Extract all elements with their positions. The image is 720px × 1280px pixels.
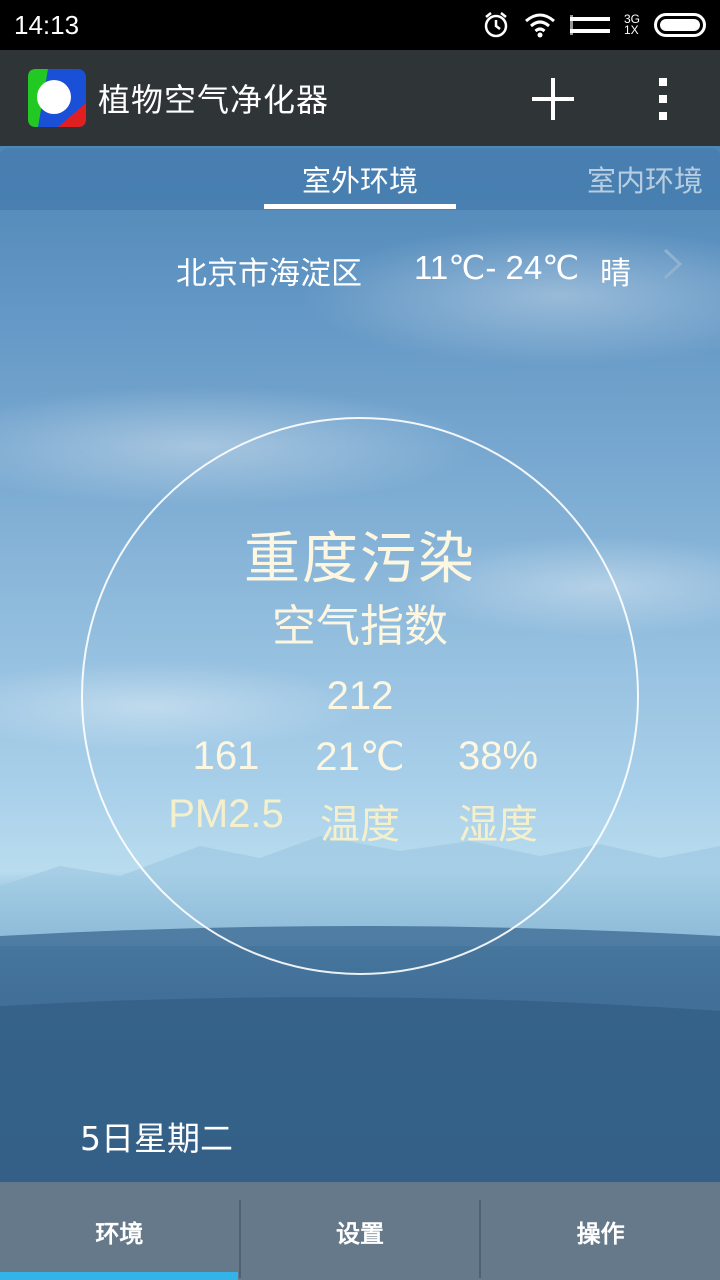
- nav-settings-label: 设置: [336, 1219, 384, 1248]
- chevron-right-icon[interactable]: [660, 244, 686, 284]
- humidity-value: 38%: [457, 734, 539, 778]
- network-type: 3G 1X: [623, 12, 640, 37]
- status-icons: 3G 1X: [482, 11, 706, 39]
- status-time: 14:13: [14, 9, 80, 40]
- nav-settings[interactable]: 设置: [241, 1182, 480, 1280]
- app-logo-icon: [28, 69, 86, 127]
- nav-environment[interactable]: 环境: [0, 1182, 239, 1280]
- action-bar: 植物空气净化器: [0, 50, 720, 146]
- wifi-icon: [525, 13, 555, 38]
- main-content: 室外环境 室内环境 北京市海淀区 11℃- 24℃ 晴 重度污染 空气指数 21…: [0, 146, 720, 1182]
- location-temp-range: 11℃- 24℃: [414, 249, 580, 286]
- air-index-label: 空气指数: [272, 601, 448, 652]
- location-row[interactable]: 北京市海淀区 11℃- 24℃ 晴: [0, 244, 720, 294]
- humidity-label: 湿度: [458, 802, 538, 848]
- battery-icon: [654, 13, 706, 37]
- app-title: 植物空气净化器: [98, 81, 330, 119]
- nav-operations[interactable]: 操作: [481, 1182, 720, 1280]
- add-icon[interactable]: [530, 76, 576, 122]
- alarm-icon: [484, 12, 508, 38]
- nav-environment-label: 环境: [95, 1219, 144, 1248]
- nav-active-indicator: [0, 1272, 238, 1280]
- air-quality-level: 重度污染: [244, 527, 476, 592]
- tab-outdoor[interactable]: 室外环境: [264, 148, 456, 210]
- location-city: 北京市海淀区: [176, 256, 362, 292]
- environment-tabs: 室外环境 室内环境: [0, 148, 720, 210]
- location-weather: 晴: [600, 256, 631, 292]
- overflow-menu-icon[interactable]: [648, 74, 678, 124]
- tab-indoor[interactable]: 室内环境: [560, 148, 720, 210]
- status-bar: 14:13 3G 1X: [0, 0, 720, 50]
- signal-icon: [569, 15, 610, 35]
- bottom-nav: 环境 设置 操作: [0, 1182, 720, 1280]
- air-index-value: 212: [326, 674, 394, 718]
- tab-indicator: [264, 204, 456, 209]
- nav-operations-label: 操作: [576, 1219, 625, 1248]
- date-text: 5日星期二: [80, 1119, 233, 1158]
